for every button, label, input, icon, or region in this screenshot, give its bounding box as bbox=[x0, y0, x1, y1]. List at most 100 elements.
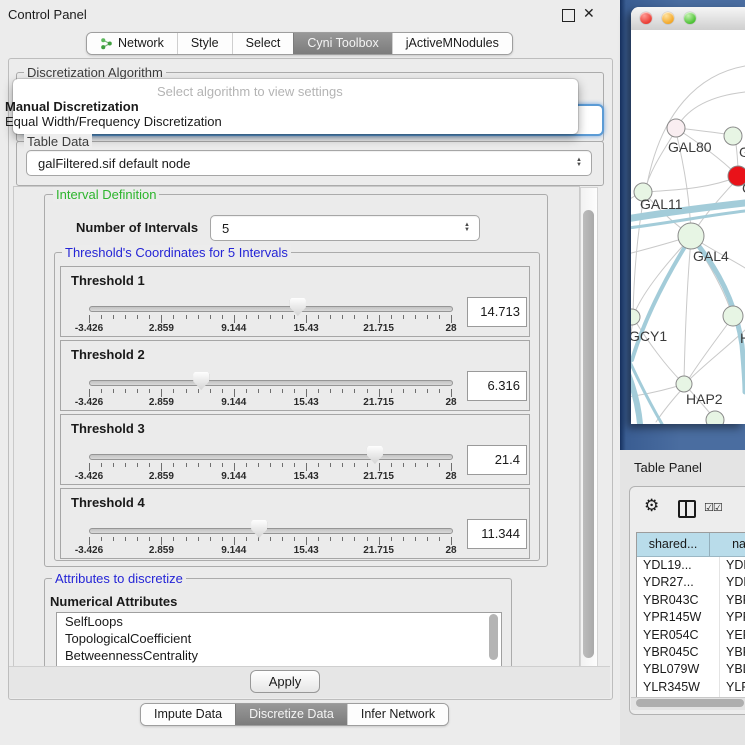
threshold-value-field[interactable]: 21.4 bbox=[467, 445, 527, 475]
network-node-ga[interactable] bbox=[724, 127, 742, 145]
mac-minimize-button[interactable] bbox=[662, 12, 674, 24]
tab-style[interactable]: Style bbox=[177, 33, 232, 54]
tab-label: Impute Data bbox=[154, 704, 222, 725]
checkbox-icons[interactable]: ☑☑ bbox=[704, 501, 722, 514]
slider-handle[interactable] bbox=[367, 446, 383, 464]
network-edge[interactable] bbox=[656, 387, 684, 422]
gear-icon[interactable]: ⚙ bbox=[644, 496, 659, 516]
network-node-label: GAL80 bbox=[668, 139, 712, 155]
table-rows: YDL19...YDL1YDR27...YDR2YBR043CYBR0YPR14… bbox=[637, 557, 745, 700]
table-data-combobox[interactable]: galFiltered.sif default node ▲▼ bbox=[26, 150, 592, 176]
table-panel-title: Table Panel bbox=[634, 460, 702, 475]
table-row[interactable]: YBR045CYBR0 bbox=[637, 644, 745, 661]
threshold-value-field[interactable]: 14.713 bbox=[467, 297, 527, 327]
attribute-list-item[interactable]: SelfLoops bbox=[57, 613, 501, 630]
network-node-label: HAP2 bbox=[686, 391, 723, 407]
popup-item-manual-discretization[interactable]: Manual Discretization bbox=[3, 99, 563, 114]
tab-impute-data[interactable]: Impute Data bbox=[141, 704, 235, 725]
scale-tick-label: 9.144 bbox=[221, 545, 246, 556]
scale-tick-label: 15.43 bbox=[294, 397, 319, 408]
table-column-header[interactable]: shared... bbox=[637, 533, 710, 556]
table-cell: YER054C bbox=[637, 627, 720, 644]
threshold-label: Threshold 1 bbox=[71, 273, 145, 288]
threshold-value-field[interactable]: 11.344 bbox=[467, 519, 527, 549]
attribute-list-item[interactable]: BetweennessCentrality bbox=[57, 647, 501, 664]
mac-close-button[interactable] bbox=[640, 12, 652, 24]
network-node-label: GA bbox=[739, 144, 745, 160]
slider-handle[interactable] bbox=[290, 298, 306, 316]
scale-tick-label: 2.859 bbox=[149, 545, 174, 556]
number-of-intervals-combobox[interactable]: 5 ▲▼ bbox=[210, 215, 480, 241]
slider-track[interactable] bbox=[89, 306, 453, 312]
scale-tick-label: -3.426 bbox=[75, 545, 103, 556]
threshold-label: Threshold 3 bbox=[71, 421, 145, 436]
network-node[interactable] bbox=[706, 411, 724, 424]
tab-select[interactable]: Select bbox=[232, 33, 294, 54]
float-window-icon[interactable] bbox=[562, 9, 575, 22]
tab-infer-network[interactable]: Infer Network bbox=[347, 704, 448, 725]
table-row[interactable]: YBR043CYBR0 bbox=[637, 592, 745, 609]
apply-button[interactable]: Apply bbox=[250, 670, 320, 693]
slider-handle[interactable] bbox=[251, 520, 267, 538]
slider-handle[interactable] bbox=[193, 372, 209, 390]
vertical-scrollbar-thumb[interactable] bbox=[583, 210, 594, 658]
table-cell: YBL0 bbox=[720, 661, 745, 678]
spinner-arrows-icon[interactable]: ▲▼ bbox=[576, 158, 591, 168]
network-icon bbox=[100, 37, 113, 50]
network-edge[interactable] bbox=[647, 177, 737, 192]
table-cell: YPR145W bbox=[637, 609, 720, 626]
tab-network[interactable]: Network bbox=[87, 33, 177, 54]
network-edge[interactable] bbox=[684, 239, 691, 381]
network-node-gal4[interactable] bbox=[678, 223, 704, 249]
tab-cyni-toolbox[interactable]: Cyni Toolbox bbox=[293, 33, 391, 54]
table-cell: YDL19... bbox=[637, 557, 720, 574]
network-canvas[interactable]: GAL80GACGAL11GAL4GCY1HHAP2 bbox=[631, 30, 745, 424]
scale-tick-label: 21.715 bbox=[363, 397, 394, 408]
network-node-gcy1[interactable] bbox=[631, 309, 640, 325]
tab-discretize-data[interactable]: Discretize Data bbox=[235, 704, 347, 725]
network-node-label: GAL4 bbox=[693, 248, 729, 264]
spinner-arrows-icon[interactable]: ▲▼ bbox=[464, 223, 479, 233]
network-node-gal80[interactable] bbox=[667, 119, 685, 137]
threshold-value-field[interactable]: 6.316 bbox=[467, 371, 527, 401]
horizontal-scrollbar-thumb[interactable] bbox=[636, 699, 744, 707]
tab-label: Network bbox=[118, 33, 164, 54]
scale-tick-label: -3.426 bbox=[75, 471, 103, 482]
table-cell: YBL079W bbox=[637, 661, 720, 678]
split-columns-icon[interactable] bbox=[678, 500, 696, 518]
table-cell: YLR3 bbox=[720, 679, 745, 696]
table-cell: YBR0 bbox=[720, 592, 745, 609]
popup-item-equal-width-frequency[interactable]: Equal Width/Frequency Discretization bbox=[3, 114, 563, 129]
table-row[interactable]: YBL079WYBL0 bbox=[637, 661, 745, 678]
slider-track[interactable] bbox=[89, 454, 453, 460]
tab-jactivemnodules[interactable]: jActiveMNodules bbox=[392, 33, 512, 54]
top-tab-bar: Network StyleSelectCyni Toolbox jActiveMNo… bbox=[86, 32, 513, 55]
network-window-titlebar[interactable] bbox=[631, 7, 745, 31]
window-title: Control Panel bbox=[8, 7, 87, 22]
network-node-h[interactable] bbox=[723, 306, 743, 326]
table-row[interactable]: YDL19...YDL1 bbox=[637, 557, 745, 574]
table-row[interactable]: YPR145WYPR1 bbox=[637, 609, 745, 626]
spinner-down-icon: ▼ bbox=[576, 163, 582, 168]
slider-scale-labels: -3.4262.8599.14415.4321.71528 bbox=[89, 397, 451, 408]
mac-zoom-button[interactable] bbox=[684, 12, 696, 24]
threshold-box-1: Threshold 1-3.4262.8599.14415.4321.71528… bbox=[60, 266, 530, 337]
attributes-scrollbar-thumb[interactable] bbox=[489, 614, 498, 660]
table-row[interactable]: YER054CYER0 bbox=[637, 627, 745, 644]
slider-track[interactable] bbox=[89, 528, 453, 534]
attribute-list-item[interactable]: TopologicalCoefficient bbox=[57, 630, 501, 647]
close-icon[interactable]: ✕ bbox=[583, 5, 595, 22]
network-edge[interactable] bbox=[688, 318, 732, 380]
table-row[interactable]: YDR27...YDR2 bbox=[637, 574, 745, 591]
node-table[interactable]: shared...na YDL19...YDL1YDR27...YDR2YBR0… bbox=[636, 532, 745, 700]
tab-label: jActiveMNodules bbox=[406, 33, 499, 54]
scale-tick-label: 21.715 bbox=[363, 471, 394, 482]
network-edge[interactable] bbox=[686, 330, 745, 383]
network-node-hap2[interactable] bbox=[676, 376, 692, 392]
numerical-attributes-list[interactable]: SelfLoopsTopologicalCoefficientBetweenne… bbox=[56, 612, 502, 668]
scale-tick-label: 28 bbox=[445, 323, 456, 334]
table-row[interactable]: YLR345WYLR3 bbox=[637, 679, 745, 696]
table-column-header[interactable]: na bbox=[710, 533, 745, 556]
scale-tick-label: 21.715 bbox=[363, 545, 394, 556]
slider-track[interactable] bbox=[89, 380, 453, 386]
